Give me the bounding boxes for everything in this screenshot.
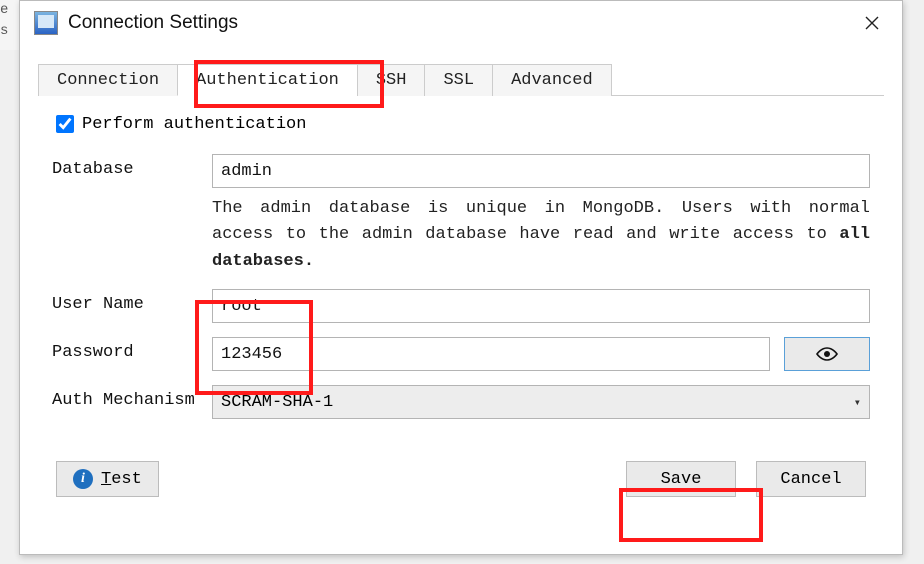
cancel-button[interactable]: Cancel <box>756 461 866 497</box>
titlebar: Connection Settings <box>20 1 902 45</box>
tabs: Connection Authentication SSH SSL Advanc… <box>38 63 884 96</box>
show-password-button[interactable] <box>784 337 870 371</box>
mechanism-value: SCRAM-SHA-1 <box>221 393 333 412</box>
tab-connection[interactable]: Connection <box>38 64 178 96</box>
password-input[interactable] <box>212 337 770 371</box>
mechanism-row: Auth Mechanism SCRAM-SHA-1 ▾ <box>52 385 870 419</box>
perform-auth-row: Perform authentication <box>52 112 870 136</box>
database-helper: The admin database is unique in MongoDB.… <box>212 196 870 275</box>
close-button[interactable] <box>852 7 892 39</box>
password-row: Password <box>52 337 870 371</box>
username-input[interactable] <box>212 289 870 323</box>
username-row: User Name <box>52 289 870 323</box>
password-label: Password <box>52 337 212 362</box>
eye-icon <box>815 346 839 362</box>
connection-settings-dialog: Connection Settings Connection Authentic… <box>19 0 903 555</box>
dialog-title: Connection Settings <box>68 12 238 34</box>
save-button-label: Save <box>661 470 702 489</box>
database-input[interactable] <box>212 154 870 188</box>
perform-auth-label: Perform authentication <box>82 115 306 134</box>
chevron-down-icon: ▾ <box>854 395 861 410</box>
backdrop-line1: e <box>0 2 8 18</box>
perform-auth-checkbox[interactable] <box>56 115 74 133</box>
dialog-content: Connection Authentication SSH SSL Advanc… <box>20 45 902 511</box>
tab-ssl[interactable]: SSL <box>424 64 493 96</box>
save-button[interactable]: Save <box>626 461 736 497</box>
database-label: Database <box>52 154 212 179</box>
close-icon <box>865 16 879 30</box>
username-label: User Name <box>52 289 212 314</box>
tab-authentication[interactable]: Authentication <box>177 64 358 96</box>
cancel-button-label: Cancel <box>780 470 841 489</box>
info-icon: i <box>73 469 93 489</box>
test-button-label: Test <box>101 470 142 489</box>
app-icon <box>34 11 58 35</box>
test-button[interactable]: i Test <box>56 461 159 497</box>
button-bar: i Test Save Cancel <box>38 461 884 497</box>
tab-advanced[interactable]: Advanced <box>492 64 612 96</box>
backdrop-partial: e s <box>0 0 20 50</box>
backdrop-line2: s <box>0 23 8 39</box>
tab-panel-authentication: Perform authentication Database The admi… <box>38 96 884 439</box>
mechanism-label: Auth Mechanism <box>52 385 212 410</box>
mechanism-select[interactable]: SCRAM-SHA-1 ▾ <box>212 385 870 419</box>
tab-ssh[interactable]: SSH <box>357 64 426 96</box>
helper-text-pre: The admin database is unique in MongoDB.… <box>212 199 870 244</box>
database-row: Database The admin database is unique in… <box>52 154 870 275</box>
